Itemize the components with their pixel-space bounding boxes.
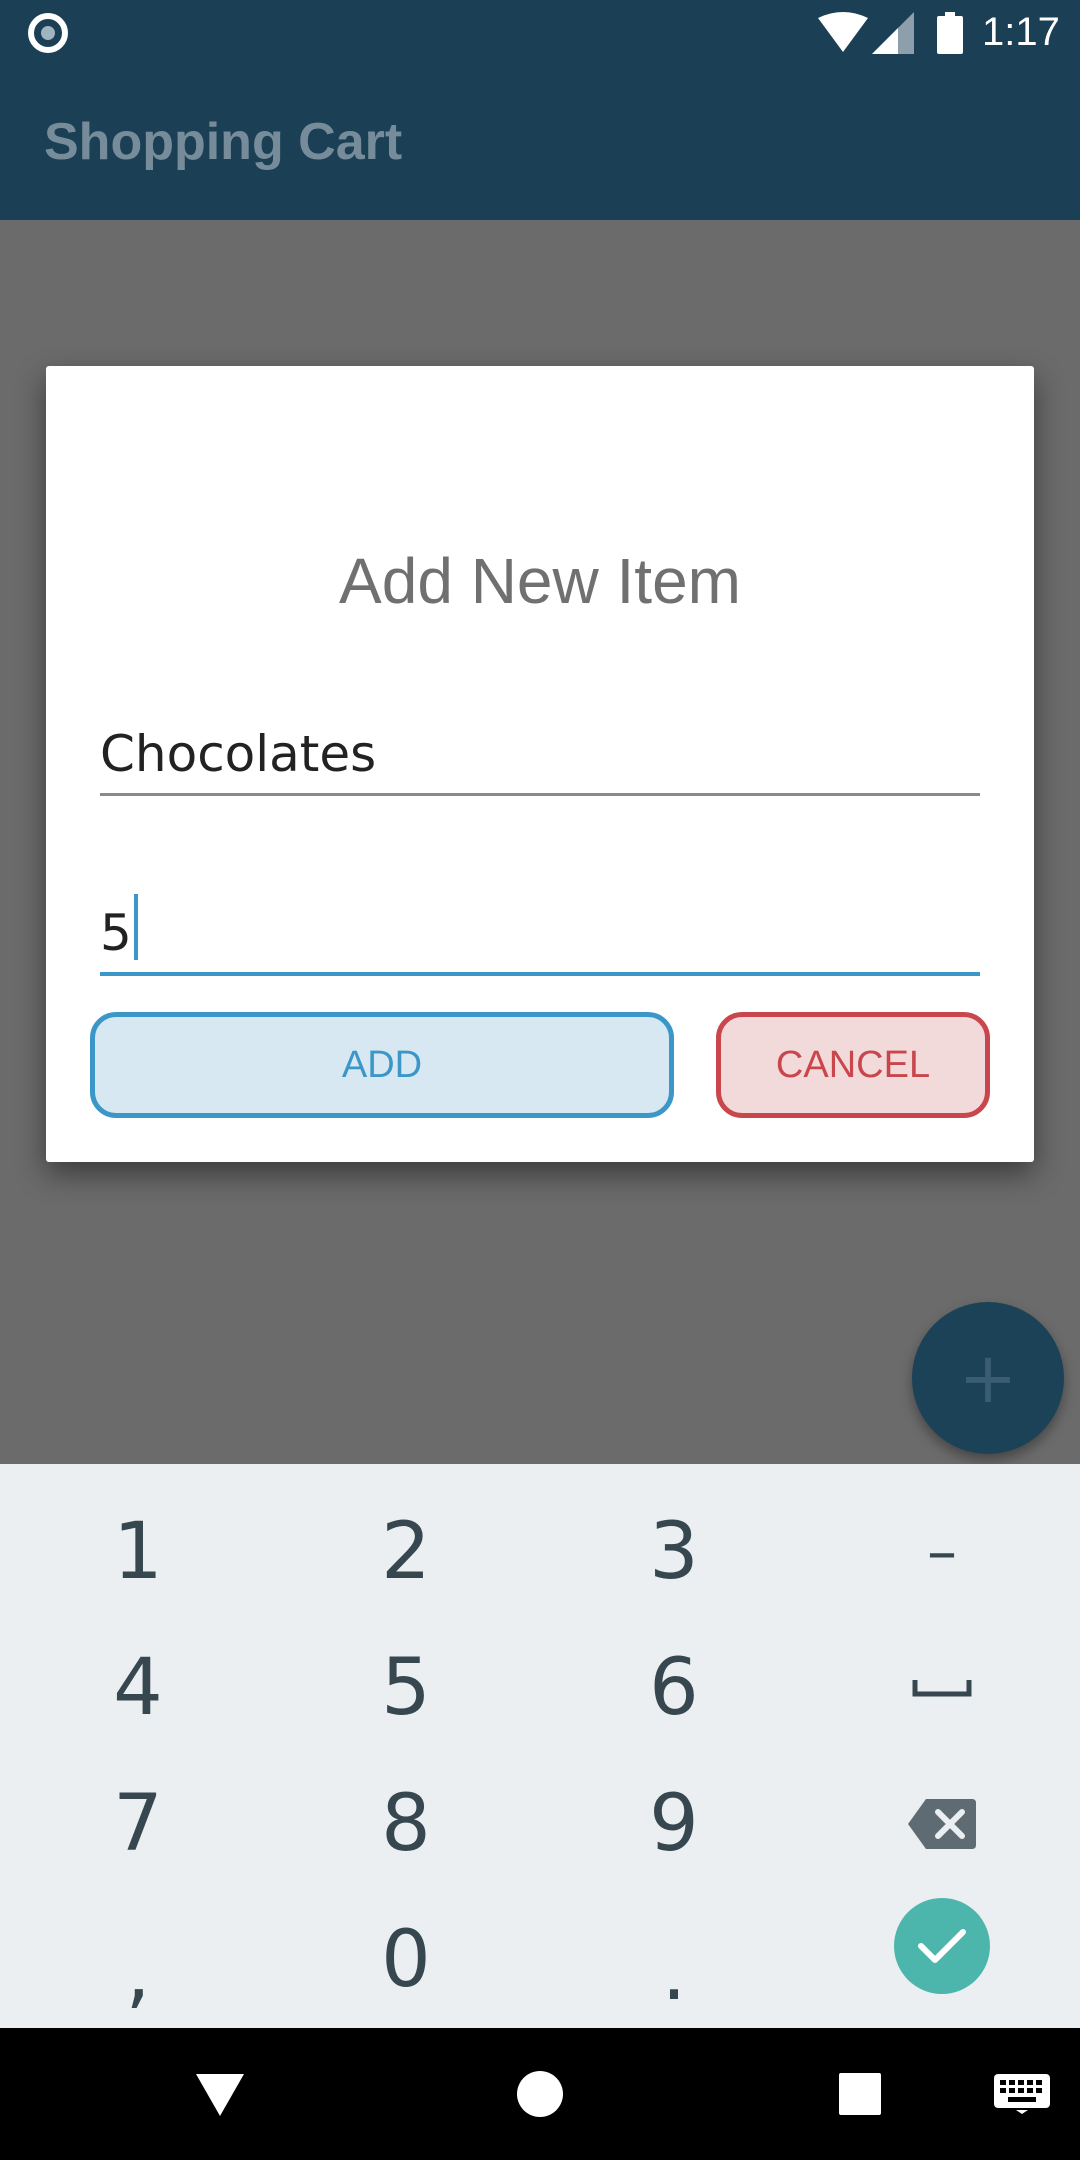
key-space[interactable]	[808, 1620, 1076, 1756]
key-7[interactable]: 7	[4, 1756, 272, 1892]
app-bar: Shopping Cart	[0, 66, 1080, 220]
numeric-keyboard: 1 2 3 – 4 5 6 7 8 9 , 0 .	[0, 1464, 1080, 2028]
add-item-fab[interactable]: +	[912, 1302, 1064, 1454]
wifi-icon	[818, 12, 868, 52]
quantity-field[interactable]: 5	[100, 866, 980, 976]
keyboard-switch-button[interactable]	[982, 2058, 1062, 2130]
item-name-field[interactable]: Chocolates	[100, 696, 980, 796]
item-name-value: Chocolates	[100, 725, 377, 783]
key-1[interactable]: 1	[4, 1484, 272, 1620]
status-time: 1:17	[982, 10, 1060, 54]
key-3[interactable]: 3	[540, 1484, 808, 1620]
key-6[interactable]: 6	[540, 1620, 808, 1756]
add-button[interactable]: ADD	[90, 1012, 674, 1118]
app-title: Shopping Cart	[44, 113, 403, 171]
checkmark-icon	[918, 1929, 966, 1963]
battery-icon	[937, 12, 963, 54]
key-0[interactable]: 0	[272, 1892, 540, 2028]
cellular-signal-icon	[872, 12, 914, 54]
key-done[interactable]	[808, 1878, 1076, 2014]
backspace-icon	[908, 1799, 976, 1849]
screen-record-icon	[28, 13, 68, 53]
system-nav-bar	[0, 2028, 1080, 2160]
key-minus[interactable]: –	[808, 1484, 1076, 1620]
space-icon	[912, 1680, 972, 1697]
key-period[interactable]: .	[540, 1892, 808, 2028]
key-5[interactable]: 5	[272, 1620, 540, 1756]
key-2[interactable]: 2	[272, 1484, 540, 1620]
quantity-value-wrap: 5	[100, 894, 138, 962]
keyboard-icon	[994, 2074, 1050, 2114]
add-item-dialog: Add New Item Chocolates 5 ADD CANCEL	[46, 366, 1034, 1162]
back-button[interactable]	[180, 2058, 260, 2130]
key-comma[interactable]: ,	[4, 1892, 272, 2028]
recents-button[interactable]	[820, 2058, 900, 2130]
back-triangle-icon	[196, 2074, 244, 2116]
done-button-circle	[894, 1898, 990, 1994]
dialog-title: Add New Item	[339, 545, 741, 617]
cancel-button[interactable]: CANCEL	[716, 1012, 990, 1118]
text-cursor	[133, 894, 138, 960]
key-backspace[interactable]	[808, 1756, 1076, 1892]
key-4[interactable]: 4	[4, 1620, 272, 1756]
status-bar: 1:17	[0, 0, 1080, 66]
quantity-value: 5	[100, 904, 132, 962]
key-8[interactable]: 8	[272, 1756, 540, 1892]
key-9[interactable]: 9	[540, 1756, 808, 1892]
recents-square-icon	[839, 2073, 881, 2115]
home-circle-icon	[517, 2071, 563, 2117]
home-button[interactable]	[500, 2058, 580, 2130]
plus-icon: +	[958, 1337, 1018, 1419]
